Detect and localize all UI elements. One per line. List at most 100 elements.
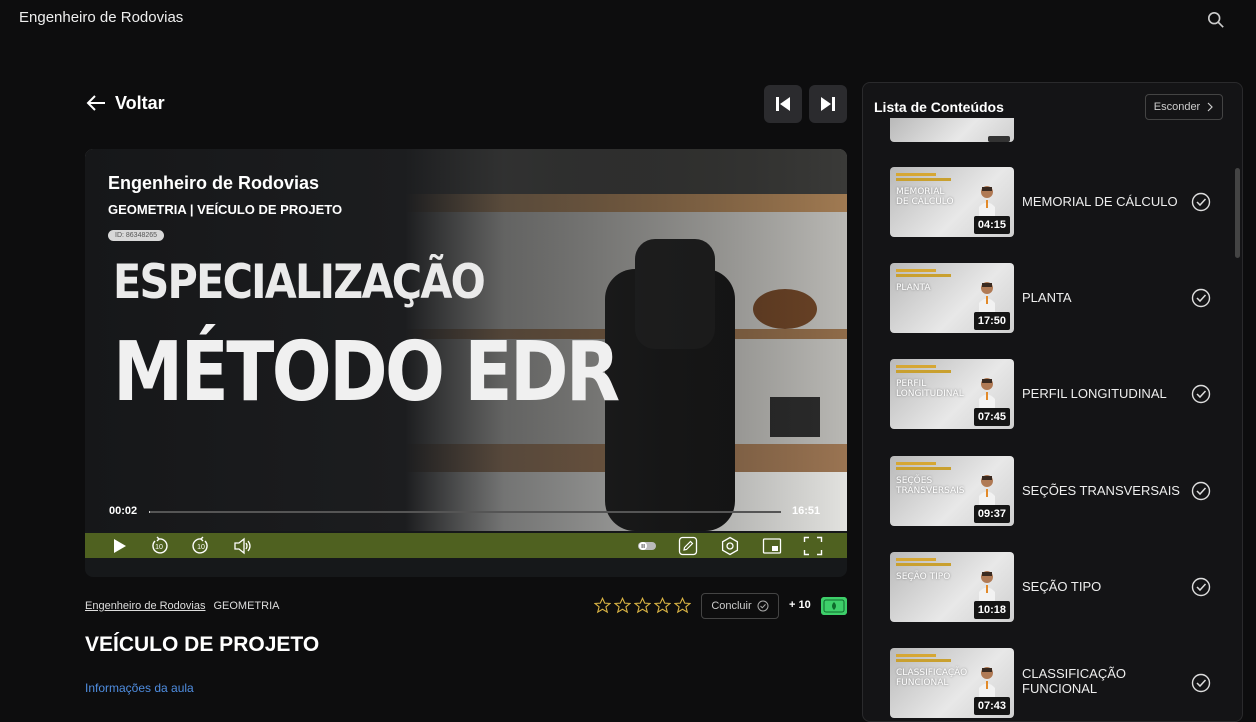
list-item[interactable]: MEMORIAL DE CÁLCULO 04:15 MEMORIAL DE CÁ… <box>890 167 1220 237</box>
video-headline-top: ESPECIALIZAÇÃO <box>113 255 486 310</box>
back-button[interactable]: Voltar <box>85 92 165 114</box>
notes-edit-icon[interactable] <box>678 536 698 556</box>
duration-badge: 07:45 <box>973 408 1010 426</box>
completed-check-icon[interactable] <box>1191 673 1211 693</box>
completed-check-icon[interactable] <box>1191 192 1211 212</box>
list-scrollbar[interactable] <box>1235 168 1240 258</box>
lesson-label: PLANTA <box>1022 290 1072 305</box>
forward-10-icon[interactable]: 10 <box>191 536 211 556</box>
thumb-tag <box>896 365 936 368</box>
lesson-thumbnail: SEÇÃO TIPO 10:18 <box>890 552 1014 622</box>
thumb-tag <box>896 462 936 465</box>
top-bar: Engenheiro de Rodovias <box>0 0 1256 40</box>
star-icon[interactable] <box>654 597 671 614</box>
content-list-panel: Lista de Conteúdos Esconder MEMORIAL DE … <box>862 82 1243 722</box>
thumb-title: MEMORIAL DE CÁLCULO <box>896 187 954 207</box>
svg-text:10: 10 <box>155 544 163 551</box>
fullscreen-icon[interactable] <box>803 536 823 556</box>
thumb-title: SEÇÃO TIPO <box>896 572 951 582</box>
current-time: 00:02 <box>109 505 138 517</box>
settings-icon[interactable] <box>720 536 740 556</box>
lesson-thumbnail: CLASSIFICAÇÃO FUNCIONAL 07:43 <box>890 648 1014 718</box>
lesson-thumbnail <box>890 118 1014 142</box>
player-controls: 10 10 <box>85 533 847 558</box>
skip-previous-icon <box>776 97 790 111</box>
list-item[interactable]: SEÇÃO TIPO 10:18 SEÇÃO TIPO <box>890 552 1220 622</box>
completed-check-icon[interactable] <box>1191 577 1211 597</box>
duration-badge: 09:37 <box>973 505 1010 523</box>
breadcrumb-module: GEOMETRIA <box>213 600 280 612</box>
duration-badge-partial <box>988 136 1010 142</box>
hide-label: Esconder <box>1153 101 1201 113</box>
list-item[interactable]: CLASSIFICAÇÃO FUNCIONAL 07:43 CLASSIFICA… <box>890 648 1220 718</box>
points-reward: + 10 <box>789 599 811 611</box>
thumb-tag <box>896 558 936 561</box>
thumb-tag <box>896 467 951 470</box>
lesson-title: VEÍCULO DE PROJETO <box>85 633 320 656</box>
completed-check-icon[interactable] <box>1191 288 1211 308</box>
lesson-label: SEÇÃO TIPO <box>1022 579 1102 594</box>
duration-badge: 10:18 <box>973 601 1010 619</box>
star-icon[interactable] <box>594 597 611 614</box>
previous-lesson-button[interactable] <box>764 85 802 123</box>
list-item[interactable]: SEÇÕES TRANSVERSAIS 09:37 SEÇÕES TRANSVE… <box>890 456 1220 526</box>
lesson-info-link[interactable]: Informações da aula <box>85 681 194 695</box>
video-player[interactable]: Engenheiro de Rodovias GEOMETRIA | VEÍCU… <box>85 149 847 577</box>
video-course-title: Engenheiro de Rodovias <box>108 173 320 193</box>
coin-icon <box>821 597 847 615</box>
lesson-label: MEMORIAL DE CÁLCULO <box>1022 194 1178 209</box>
video-headline-main: MÉTODO EDR <box>113 325 620 420</box>
next-lesson-button[interactable] <box>809 85 847 123</box>
chevron-right-icon <box>1207 102 1214 112</box>
star-icon[interactable] <box>634 597 651 614</box>
completed-check-icon[interactable] <box>1191 384 1211 404</box>
lesson-thumbnail: PERFIL LONGITUDINAL 07:45 <box>890 359 1014 429</box>
thumb-tag <box>896 274 951 277</box>
lesson-label: PERFIL LONGITUDINAL <box>1022 386 1167 401</box>
skip-next-icon <box>821 97 835 111</box>
check-circle-icon <box>757 600 769 612</box>
picture-in-picture-icon[interactable] <box>762 536 782 556</box>
lesson-thumbnail: MEMORIAL DE CÁLCULO 04:15 <box>890 167 1014 237</box>
list-item-partial[interactable] <box>890 118 1220 142</box>
duration-badge: 17:50 <box>973 312 1010 330</box>
total-time: 16:51 <box>792 505 821 517</box>
duration-badge: 04:15 <box>973 216 1010 234</box>
star-icon[interactable] <box>674 597 691 614</box>
rewind-10-icon[interactable]: 10 <box>149 536 169 556</box>
thumb-tag <box>896 563 951 566</box>
app-title[interactable]: Engenheiro de Rodovias <box>19 9 183 26</box>
play-icon[interactable] <box>109 536 129 556</box>
progress-fill <box>149 511 151 513</box>
completed-check-icon[interactable] <box>1191 481 1211 501</box>
autoplay-toggle-icon[interactable] <box>637 536 657 556</box>
rating-stars <box>594 597 691 614</box>
thumb-title: SEÇÕES TRANSVERSAIS <box>896 476 965 496</box>
thumb-title: CLASSIFICAÇÃO FUNCIONAL <box>896 668 968 688</box>
duration-badge: 07:43 <box>973 697 1010 715</box>
hide-list-button[interactable]: Esconder <box>1145 94 1223 120</box>
content-list-title: Lista de Conteúdos <box>874 99 1004 115</box>
lesson-thumbnail: SEÇÕES TRANSVERSAIS 09:37 <box>890 456 1014 526</box>
back-label: Voltar <box>115 92 165 113</box>
thumb-tag <box>896 269 936 272</box>
thumb-tag <box>896 654 936 657</box>
list-item[interactable]: PLANTA 17:50 PLANTA <box>890 263 1220 333</box>
search-icon[interactable] <box>1207 11 1225 29</box>
star-icon[interactable] <box>614 597 631 614</box>
lesson-thumbnail: PLANTA 17:50 <box>890 263 1014 333</box>
thumb-title: PLANTA <box>896 283 931 293</box>
list-item[interactable]: PERFIL LONGITUDINAL 07:45 PERFIL LONGITU… <box>890 359 1220 429</box>
complete-lesson-button[interactable]: Concluir <box>701 593 779 619</box>
breadcrumb: Engenheiro de Rodovias GEOMETRIA <box>85 600 280 612</box>
video-id-badge: ID: 86348265 <box>108 230 165 241</box>
complete-label: Concluir <box>711 600 752 612</box>
svg-text:10: 10 <box>197 544 205 551</box>
lesson-label: CLASSIFICAÇÃO FUNCIONAL <box>1022 666 1127 696</box>
breadcrumb-course-link[interactable]: Engenheiro de Rodovias <box>85 600 205 612</box>
progress-bar[interactable] <box>149 511 781 513</box>
volume-icon[interactable] <box>233 536 253 556</box>
thumb-tag <box>896 370 951 373</box>
thumb-tag <box>896 173 936 176</box>
arrow-left-icon <box>86 95 105 111</box>
